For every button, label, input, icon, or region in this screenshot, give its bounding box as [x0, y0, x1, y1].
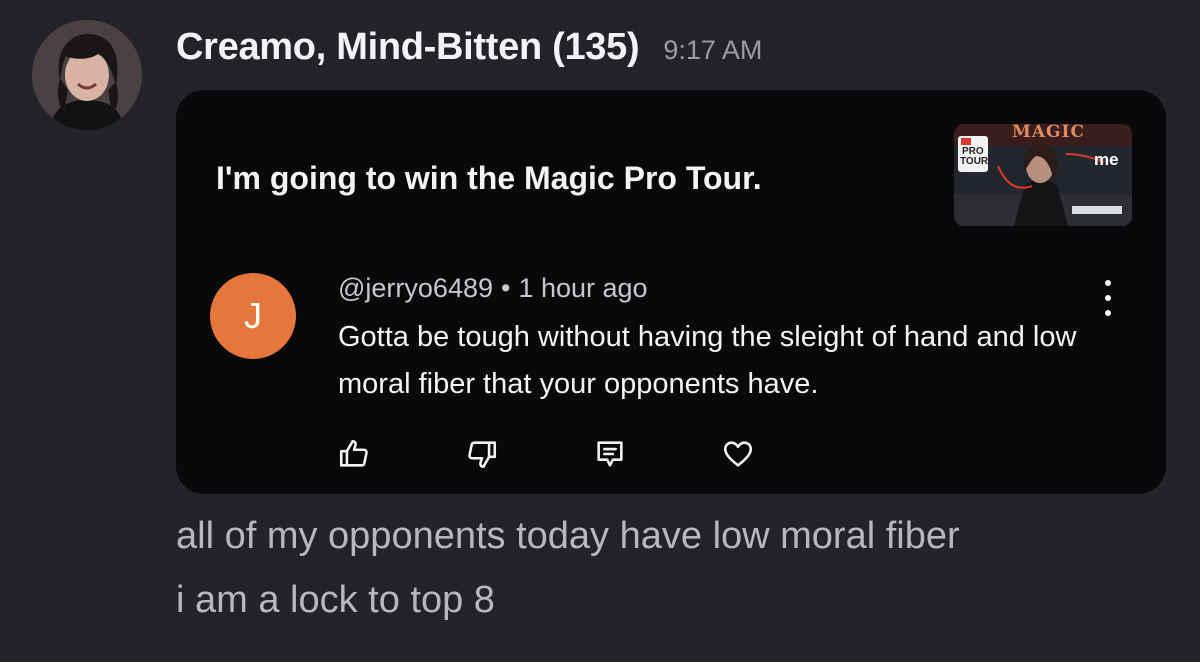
message-line: i am a lock to top 8 — [176, 579, 495, 621]
embedded-comment-card[interactable]: I'm going to win the Magic Pro Tour. MAG… — [176, 90, 1166, 494]
comment-text: Gotta be tough without having the sleigh… — [338, 321, 1077, 400]
comment-meta: @jerryo6489 • 1 hour ago — [338, 273, 648, 304]
thumbs-up-icon[interactable] — [336, 436, 372, 472]
comment-actions — [336, 436, 848, 472]
video-thumbnail[interactable]: MAGIC PRO TOUR me — [954, 124, 1132, 226]
more-options-icon[interactable] — [1096, 280, 1120, 316]
message-body: all of my opponents today have low moral… — [176, 504, 960, 632]
message-line: all of my opponents today have low moral… — [176, 515, 960, 557]
comment-icon[interactable] — [592, 436, 628, 472]
meta-separator: • — [501, 273, 511, 303]
author-name[interactable]: Creamo, Mind-Bitten (135) — [176, 26, 640, 69]
avatar-photo — [32, 20, 142, 130]
comment-time: 1 hour ago — [518, 273, 648, 303]
message-header: Creamo, Mind-Bitten (135) 9:17 AM — [176, 26, 762, 69]
message-timestamp: 9:17 AM — [663, 35, 763, 65]
thumbnail-annotation: me — [1094, 150, 1119, 169]
thumbs-down-icon[interactable] — [464, 436, 500, 472]
thumbnail-logo: MAGIC — [1012, 124, 1086, 142]
author-avatar[interactable] — [32, 20, 142, 130]
heart-icon[interactable] — [720, 436, 756, 472]
embed-title: I'm going to win the Magic Pro Tour. — [216, 160, 762, 196]
comment-username[interactable]: @jerryo6489 — [338, 273, 493, 303]
commenter-avatar[interactable]: J — [210, 273, 296, 359]
thumbnail-badge-line2: TOUR — [960, 156, 989, 167]
